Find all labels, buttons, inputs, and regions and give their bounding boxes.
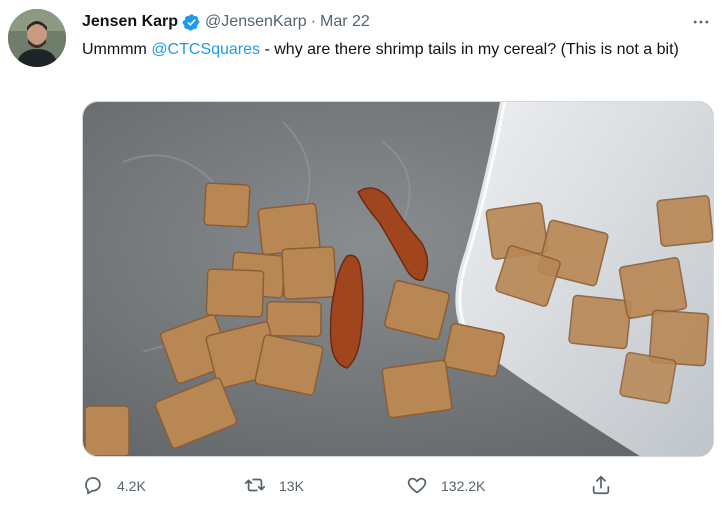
tweet-photo[interactable]: [82, 101, 714, 457]
like-icon: [406, 474, 428, 499]
separator-dot: ·: [310, 13, 317, 30]
tweet-text-after: - why are there shrimp tails in my cerea…: [260, 41, 679, 58]
avatar[interactable]: [8, 9, 66, 67]
retweet-button[interactable]: 13K: [244, 474, 304, 498]
tweet-header: Jensen Karp @JensenKarp · Mar 22: [82, 10, 370, 34]
like-count: 132.2K: [441, 478, 486, 494]
tweet-text: Ummmm @CTCSquares - why are there shrimp…: [82, 38, 702, 62]
author-handle[interactable]: @JensenKarp: [205, 13, 307, 31]
retweet-count: 13K: [279, 478, 304, 494]
share-icon: [590, 474, 612, 499]
avatar-image: [8, 9, 66, 67]
more-icon[interactable]: [688, 12, 714, 32]
verified-badge-icon: [182, 13, 201, 32]
reply-count: 4.2K: [117, 478, 146, 494]
mention-link[interactable]: @CTCSquares: [151, 41, 260, 58]
cereal-photo-image: [83, 102, 713, 456]
like-button[interactable]: 132.2K: [406, 474, 485, 498]
reply-icon: [82, 474, 104, 499]
tweet-actions: 4.2K 13K 132.2K: [82, 474, 622, 498]
reply-button[interactable]: 4.2K: [82, 474, 146, 498]
tweet-text-before: Ummmm: [82, 41, 152, 58]
retweet-icon: [244, 474, 266, 499]
author-name[interactable]: Jensen Karp: [82, 13, 178, 31]
share-button[interactable]: [590, 474, 612, 498]
tweet-date[interactable]: Mar 22: [320, 13, 370, 31]
